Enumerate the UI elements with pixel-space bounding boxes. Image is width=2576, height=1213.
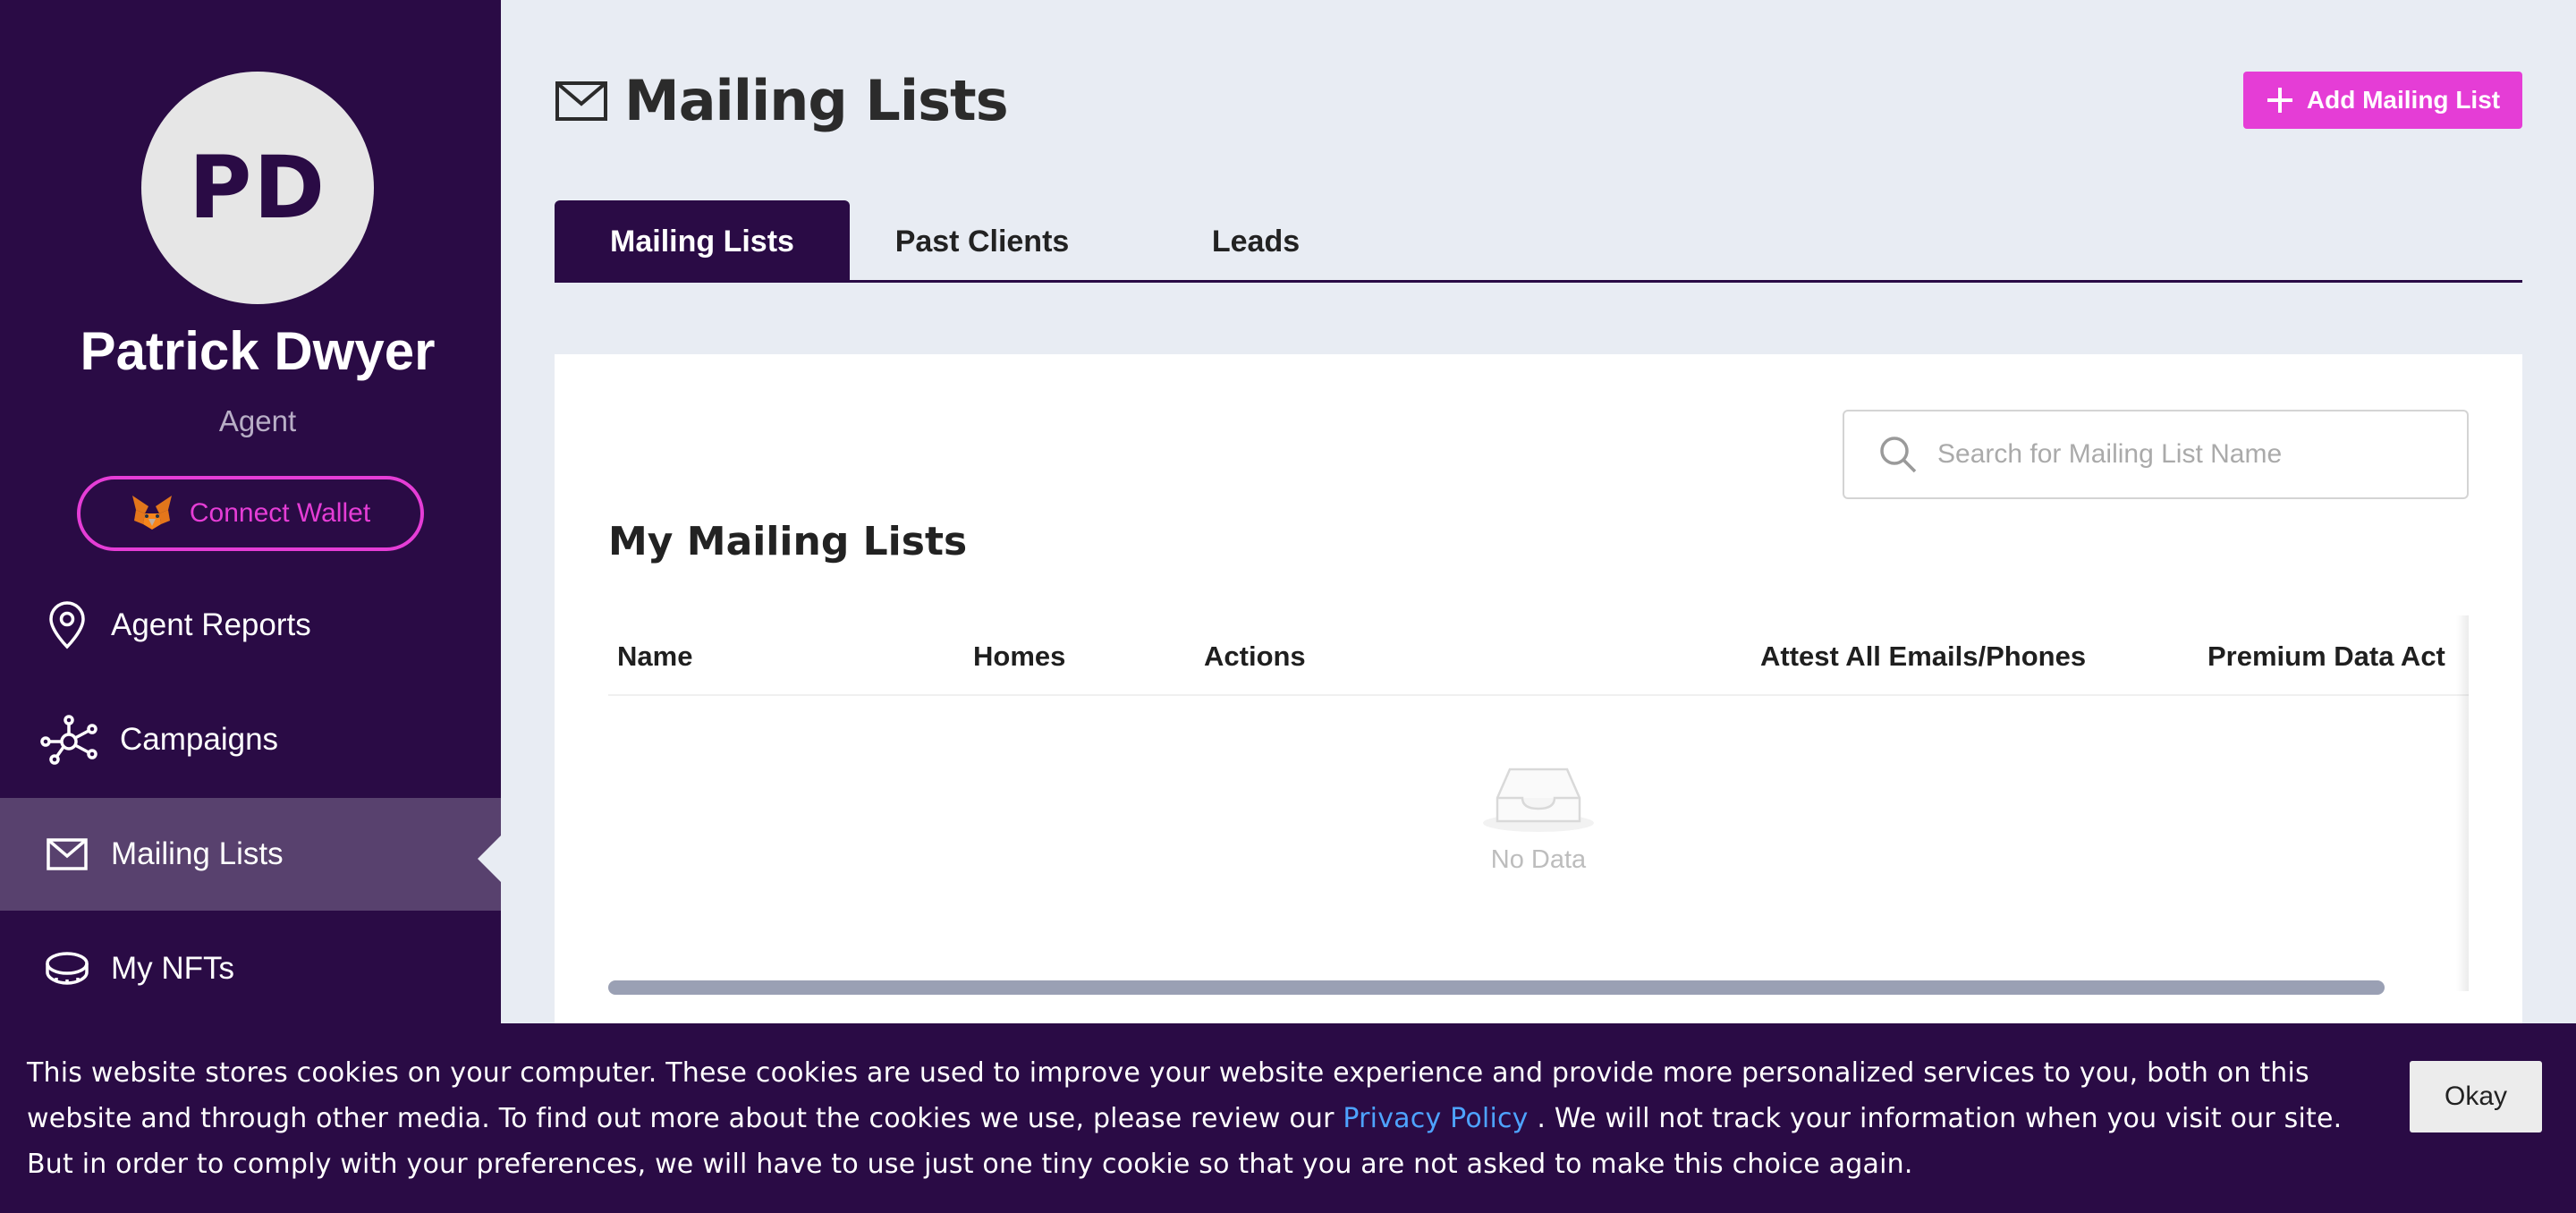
sidebar-item-label: Agent Reports (111, 607, 311, 642)
mailing-lists-table: Name Homes Actions Attest All Emails/Pho… (608, 615, 2469, 991)
sidebar-item-label: Campaigns (120, 722, 279, 757)
sidebar-item-mailing-lists[interactable]: Mailing Lists (0, 798, 501, 911)
column-header-name[interactable]: Name (617, 640, 692, 673)
privacy-policy-link[interactable]: Privacy Policy (1343, 1103, 1528, 1134)
connect-wallet-label: Connect Wallet (189, 498, 371, 528)
user-role: Agent (218, 404, 297, 437)
empty-inbox-icon (1483, 768, 1594, 832)
metamask-fox-icon (131, 496, 172, 530)
search-input[interactable] (1937, 439, 2438, 470)
tab-leads[interactable]: Leads (1184, 200, 1327, 283)
network-nodes-icon (39, 710, 98, 769)
cookie-message: This website stores cookies on your comp… (27, 1050, 2370, 1187)
cookie-banner: This website stores cookies on your comp… (0, 1023, 2576, 1213)
plus-icon (2267, 88, 2292, 113)
active-nav-caret (478, 836, 501, 882)
sidebar-item-agent-reports[interactable]: Agent Reports (0, 569, 501, 682)
sidebar-item-campaigns[interactable]: Campaigns (0, 683, 501, 796)
coin-icon (38, 939, 97, 998)
search-box (1843, 410, 2469, 499)
add-mailing-list-label: Add Mailing List (2306, 86, 2501, 114)
column-header-premium-data: Premium Data Act (2207, 640, 2445, 672)
avatar-initials: PD (188, 138, 327, 238)
tab-mailing-lists[interactable]: Mailing Lists (555, 200, 850, 283)
column-header-attest: Attest All Emails/Phones (1760, 640, 2087, 672)
location-pin-icon (38, 596, 97, 655)
avatar: PD (141, 72, 374, 304)
tab-bar: Mailing Lists Past Clients Leads (555, 200, 2522, 283)
column-header-actions: Actions (1204, 640, 1306, 672)
page-title: Mailing Lists (624, 68, 1009, 133)
user-name: Patrick Dwyer (80, 321, 436, 381)
sidebar-item-label: My NFTs (111, 951, 235, 986)
empty-state: No Data (608, 759, 2469, 875)
section-heading: My Mailing Lists (608, 519, 968, 564)
envelope-icon (555, 81, 607, 121)
table-header: Name Homes Actions Attest All Emails/Pho… (608, 615, 2469, 696)
table-scroll-shadow (2456, 615, 2469, 991)
search-icon (1880, 437, 1917, 473)
add-mailing-list-button[interactable]: Add Mailing List (2243, 72, 2522, 129)
horizontal-scrollbar[interactable] (608, 980, 2385, 995)
okay-button[interactable]: Okay (2410, 1061, 2542, 1132)
sidebar-item-label: Mailing Lists (111, 836, 284, 871)
connect-wallet-button[interactable]: Connect Wallet (77, 476, 424, 551)
envelope-icon (38, 825, 97, 884)
empty-state-text: No Data (1490, 845, 1587, 874)
tab-past-clients[interactable]: Past Clients (877, 200, 1088, 283)
page-header: Mailing Lists (555, 68, 1009, 133)
sidebar-item-my-nfts[interactable]: My NFTs (0, 912, 501, 1025)
column-header-homes[interactable]: Homes (973, 640, 1065, 673)
